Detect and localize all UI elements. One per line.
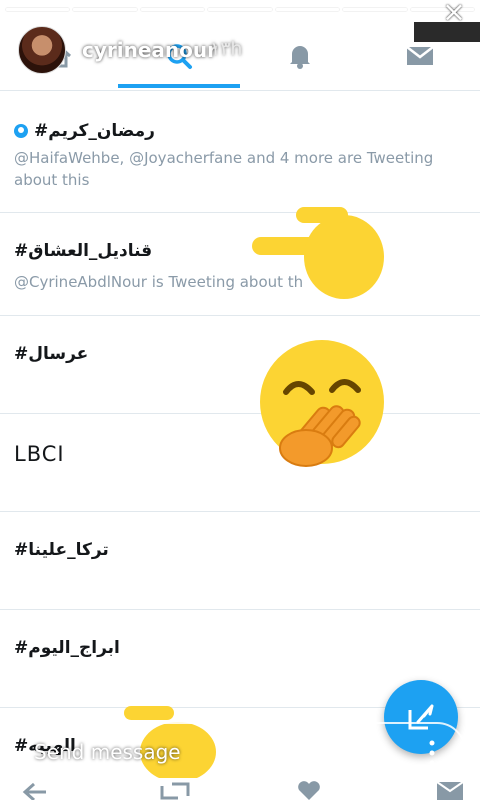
- mail-icon[interactable]: [436, 780, 464, 800]
- send-message-bar[interactable]: Send message: [6, 722, 466, 784]
- close-icon[interactable]: ×: [440, 0, 468, 28]
- story-time: ١٣h: [210, 38, 243, 60]
- tweet-actions: [0, 778, 480, 800]
- tab-notifications[interactable]: [240, 22, 360, 90]
- laughing-face-sticker: [260, 340, 384, 467]
- more-icon[interactable]: [422, 738, 442, 768]
- trend-name: #تركا_علينا: [14, 540, 109, 560]
- trend-item[interactable]: #تركا_علينا: [0, 512, 480, 610]
- trend-item[interactable]: LBCI: [0, 414, 480, 512]
- trend-subtitle: @HaifaWehbe, @Joyacherfane and 4 more ar…: [14, 149, 434, 189]
- reply-icon[interactable]: [22, 782, 50, 800]
- bell-icon: [290, 46, 310, 69]
- story-progress: [6, 8, 474, 12]
- trend-name: #عرسال: [14, 344, 89, 364]
- pointing-hand-sticker: [252, 207, 384, 299]
- trend-name: #قناديل_العشاق: [14, 241, 153, 261]
- trend-icon: [14, 124, 28, 138]
- trend-subtitle: @CyrineAbdlNour is Tweeting about th: [14, 273, 304, 291]
- active-tab-indicator: [118, 84, 240, 88]
- trend-name: LBCI: [14, 442, 65, 466]
- trend-item[interactable]: #رمضان_كريم @HaifaWehbe, @Joyacherfane a…: [0, 91, 480, 213]
- avatar[interactable]: [18, 26, 66, 74]
- retweet-icon[interactable]: [158, 782, 192, 800]
- story-username[interactable]: cyrineanour: [82, 38, 217, 62]
- trend-name: #رمضان_كريم: [34, 121, 155, 141]
- send-message-input[interactable]: Send message: [34, 740, 181, 764]
- add-person-icon[interactable]: [342, 738, 382, 768]
- trend-item[interactable]: #قناديل_العشاق @CyrineAbdlNour is Tweeti…: [0, 213, 480, 316]
- trend-name: #ابراج_اليوم: [14, 638, 120, 658]
- mail-icon: [406, 46, 434, 65]
- like-icon[interactable]: [296, 780, 322, 800]
- trend-item[interactable]: #عرسال: [0, 316, 480, 414]
